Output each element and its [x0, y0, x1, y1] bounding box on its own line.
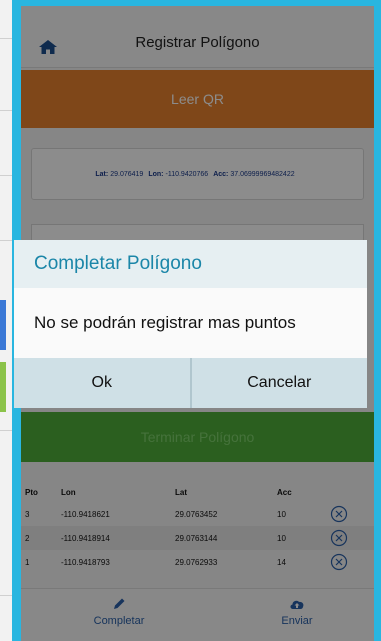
- background-blue-button: [0, 300, 6, 350]
- divider: [0, 595, 12, 596]
- divider: [0, 430, 12, 431]
- ok-button[interactable]: Ok: [14, 358, 192, 408]
- divider: [0, 38, 12, 39]
- background-green-button: [0, 362, 6, 412]
- divider: [0, 240, 12, 241]
- cancel-button[interactable]: Cancelar: [192, 358, 368, 408]
- dialog-message: No se podrán registrar mas puntos: [14, 288, 367, 358]
- divider: [0, 110, 12, 111]
- dialog-actions: Ok Cancelar: [14, 358, 367, 408]
- dialog-title: Completar Polígono: [14, 240, 367, 288]
- confirm-dialog: Completar Polígono No se podrán registra…: [14, 240, 367, 408]
- background-page: [0, 0, 12, 641]
- divider: [0, 175, 12, 176]
